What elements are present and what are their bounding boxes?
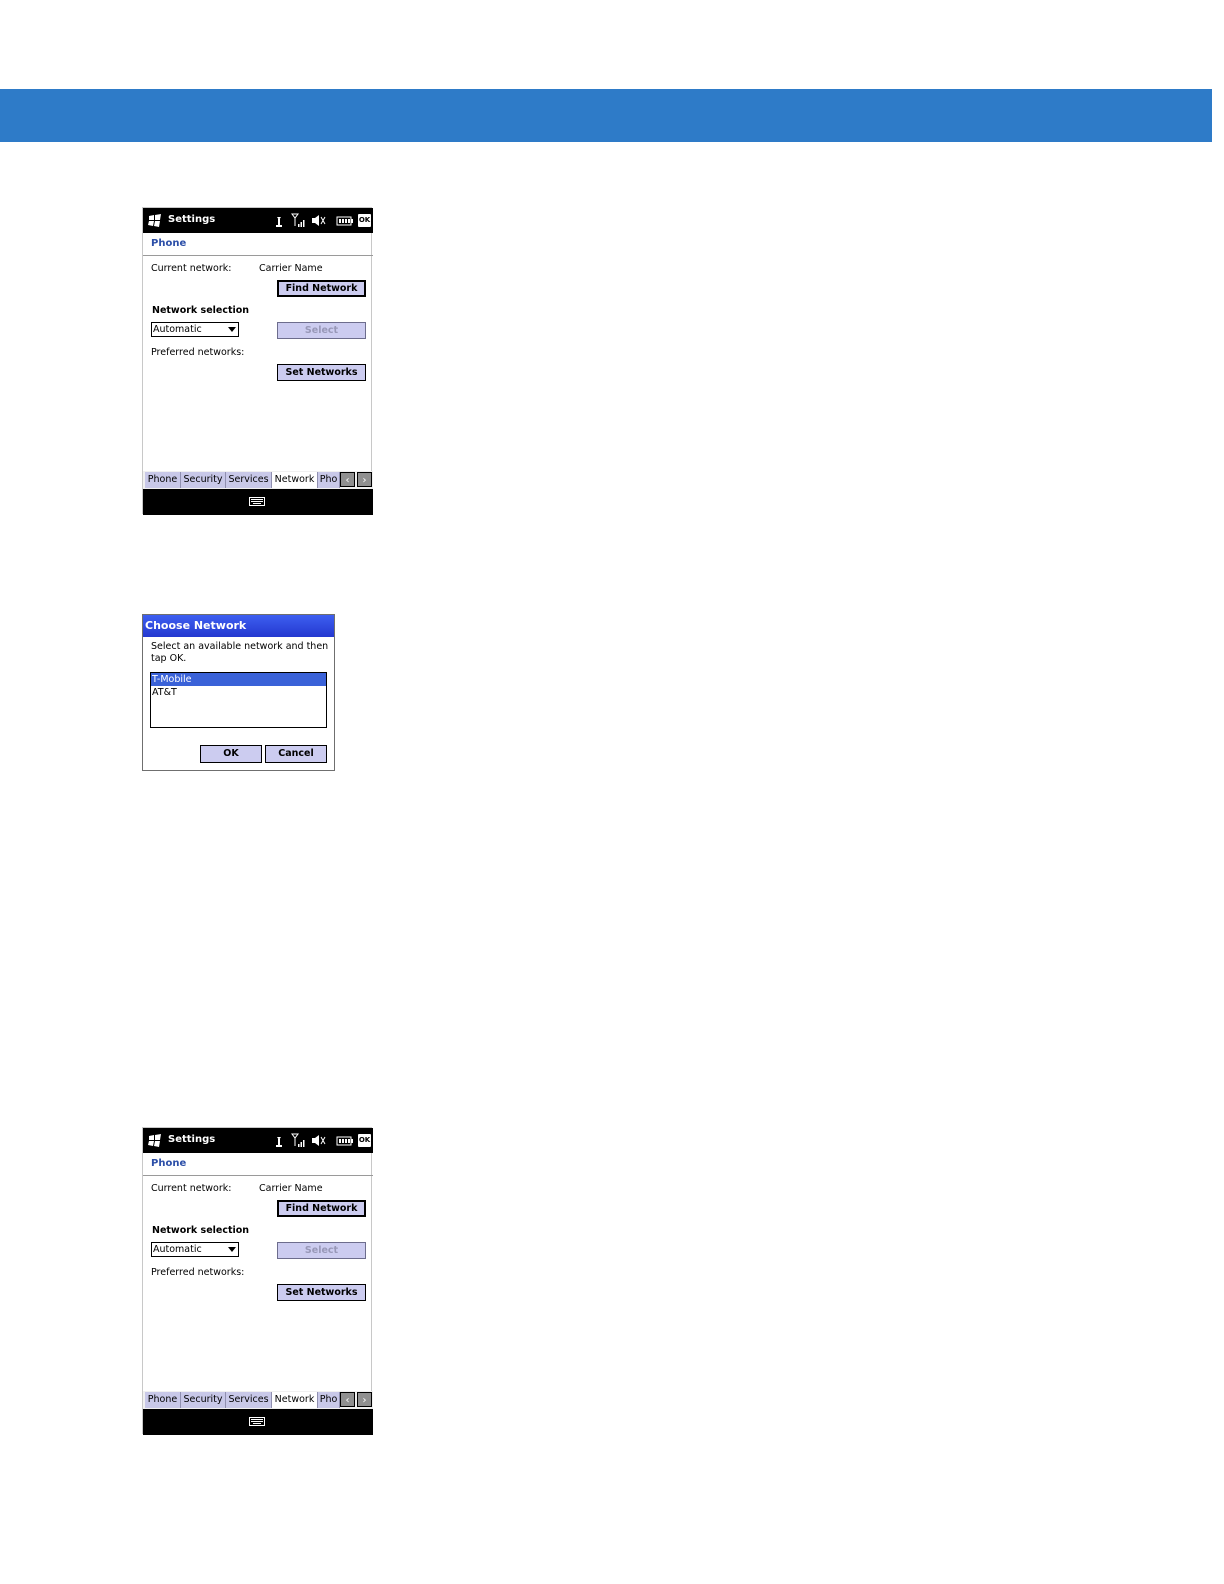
tab-bar: Phone Security Services Network Pho ‹ › xyxy=(143,1391,373,1409)
dialog-title: Choose Network xyxy=(143,615,334,637)
chevron-down-icon xyxy=(228,327,236,332)
ok-button[interactable]: OK xyxy=(358,214,371,227)
tab-bar: Phone Security Services Network Pho ‹ › xyxy=(143,471,373,489)
chevron-right-icon[interactable]: › xyxy=(357,472,372,487)
tab-phone[interactable]: Phone xyxy=(145,1392,181,1408)
soft-key-bar xyxy=(143,1409,373,1435)
page-header-banner xyxy=(0,89,1212,142)
windows-start-icon[interactable] xyxy=(147,213,163,228)
preferred-networks-label: Preferred networks: xyxy=(151,1267,245,1278)
windows-start-icon[interactable] xyxy=(147,1133,163,1148)
chevron-left-icon[interactable]: ‹ xyxy=(340,1392,355,1407)
network-selection-label: Network selection xyxy=(152,1225,250,1236)
tab-network[interactable]: Network xyxy=(272,1392,318,1408)
tab-network[interactable]: Network xyxy=(272,472,318,488)
tab-services[interactable]: Services xyxy=(226,1392,272,1408)
page-title: Phone xyxy=(151,238,187,249)
network-list[interactable]: T-Mobile AT&T xyxy=(150,672,327,728)
select-button[interactable]: Select xyxy=(277,1242,366,1259)
header-divider xyxy=(143,255,373,256)
battery-icon[interactable] xyxy=(336,213,353,228)
dialog-cancel-button[interactable]: Cancel xyxy=(265,745,327,763)
choose-network-dialog: Choose Network Select an available netwo… xyxy=(142,614,335,771)
keyboard-icon[interactable] xyxy=(249,497,265,506)
list-item-network[interactable]: T-Mobile xyxy=(151,673,326,686)
battery-icon[interactable] xyxy=(336,1133,353,1148)
carrier-name-value: Carrier Name xyxy=(259,263,323,274)
connectivity-icon[interactable] xyxy=(274,213,284,228)
tab-phone-overflow[interactable]: Pho xyxy=(318,1392,340,1408)
carrier-name-value: Carrier Name xyxy=(259,1183,323,1194)
dialog-ok-button[interactable]: OK xyxy=(200,745,262,763)
find-network-button[interactable]: Find Network xyxy=(277,1200,366,1217)
status-bar: Settings OK xyxy=(143,1128,373,1153)
current-network-label: Current network: xyxy=(151,1183,232,1194)
chevron-down-icon xyxy=(228,1247,236,1252)
set-networks-button[interactable]: Set Networks xyxy=(277,1284,366,1301)
preferred-networks-label: Preferred networks: xyxy=(151,347,245,358)
speaker-muted-icon[interactable] xyxy=(311,1133,327,1148)
dialog-instruction: Select an available network and then tap… xyxy=(151,641,329,664)
set-networks-button[interactable]: Set Networks xyxy=(277,364,366,381)
network-selection-dropdown[interactable]: Automatic xyxy=(151,322,239,337)
app-title: Settings xyxy=(168,214,216,225)
settings-screen-bottom: Settings OK Phone Current network: Carri… xyxy=(142,1127,373,1435)
tab-security[interactable]: Security xyxy=(181,1392,226,1408)
ok-button[interactable]: OK xyxy=(358,1134,371,1147)
network-selection-label: Network selection xyxy=(152,305,250,316)
signal-strength-icon[interactable] xyxy=(291,213,305,228)
chevron-right-icon[interactable]: › xyxy=(357,1392,372,1407)
select-button[interactable]: Select xyxy=(277,322,366,339)
speaker-muted-icon[interactable] xyxy=(311,213,327,228)
tab-phone-overflow[interactable]: Pho xyxy=(318,472,340,488)
list-item-network[interactable]: AT&T xyxy=(151,686,326,699)
soft-key-bar xyxy=(143,489,373,515)
settings-screen-top: Settings OK Phone Current network: Carri… xyxy=(142,207,373,515)
find-network-button[interactable]: Find Network xyxy=(277,280,366,297)
tab-services[interactable]: Services xyxy=(226,472,272,488)
status-bar: Settings OK xyxy=(143,208,373,233)
chevron-left-icon[interactable]: ‹ xyxy=(340,472,355,487)
signal-strength-icon[interactable] xyxy=(291,1133,305,1148)
current-network-label: Current network: xyxy=(151,263,232,274)
keyboard-icon[interactable] xyxy=(249,1417,265,1426)
app-title: Settings xyxy=(168,1134,216,1145)
network-selection-value: Automatic xyxy=(153,1244,202,1255)
network-selection-value: Automatic xyxy=(153,324,202,335)
header-divider xyxy=(143,1175,373,1176)
connectivity-icon[interactable] xyxy=(274,1133,284,1148)
tab-phone[interactable]: Phone xyxy=(145,472,181,488)
page-title: Phone xyxy=(151,1158,187,1169)
tab-security[interactable]: Security xyxy=(181,472,226,488)
network-selection-dropdown[interactable]: Automatic xyxy=(151,1242,239,1257)
